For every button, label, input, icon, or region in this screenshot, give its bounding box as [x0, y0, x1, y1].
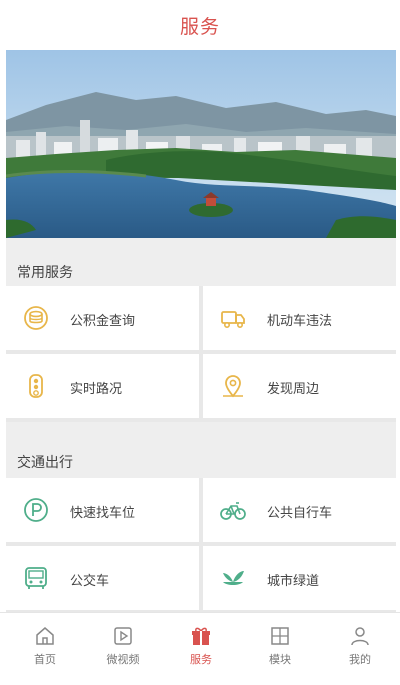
banner-image[interactable] [6, 50, 396, 238]
section-title: 交通出行 [17, 455, 73, 471]
service-label: 实时路况 [70, 382, 123, 397]
tab-home[interactable]: 首页 [5, 619, 85, 679]
service-public-bicycle[interactable]: 公共自行车 [203, 478, 396, 542]
home-icon [36, 627, 54, 645]
tab-micro-video[interactable]: 微视频 [83, 619, 163, 679]
bicycle-icon [220, 502, 246, 520]
service-label: 发现周边 [267, 382, 320, 397]
service-discover-nearby[interactable]: 发现周边 [203, 354, 396, 418]
city-lake-photo [6, 50, 396, 238]
tab-label: 服务 [190, 653, 212, 666]
service-label: 机动车违法 [267, 314, 333, 329]
service-label: 公交车 [70, 574, 110, 589]
map-pin-icon [223, 375, 243, 398]
tab-label: 微视频 [106, 653, 140, 666]
parking-icon [24, 498, 48, 522]
page-title: 服务 [179, 16, 220, 38]
tab-services[interactable]: 服务 [161, 619, 241, 679]
service-realtime-traffic[interactable]: 实时路况 [6, 354, 199, 418]
service-label: 公积金查询 [70, 314, 136, 329]
tab-mine[interactable]: 我的 [320, 619, 400, 679]
service-label: 快速找车位 [70, 506, 136, 521]
section-title: 常用服务 [17, 265, 73, 281]
section-header-common-services: 常用服务 [6, 238, 396, 286]
service-vehicle-violation[interactable]: 机动车违法 [203, 286, 396, 350]
bus-icon [25, 567, 47, 589]
header-bar: 服务 [0, 0, 400, 48]
person-icon [351, 627, 369, 646]
service-label: 城市绿道 [267, 574, 320, 589]
traffic-light-icon [29, 374, 43, 398]
tab-label: 我的 [349, 653, 371, 666]
transport-services-grid: 快速找车位 公共自行车 公交车 城市绿道 [6, 478, 396, 612]
bottom-tab-bar: 首页 微视频 服务 模块 我的 [0, 612, 400, 685]
coin-stack-icon [24, 306, 48, 330]
section-header-transport: 交通出行 [6, 422, 396, 478]
leaf-icon [223, 571, 244, 585]
common-services-grid: 公积金查询 机动车违法 实时路况 发现周边 [6, 286, 396, 422]
gift-icon [192, 627, 210, 645]
service-bus[interactable]: 公交车 [6, 546, 199, 610]
service-fund-query[interactable]: 公积金查询 [6, 286, 199, 350]
service-greenway[interactable]: 城市绿道 [203, 546, 396, 610]
video-icon [114, 627, 132, 645]
tab-label: 模块 [269, 653, 291, 666]
service-label: 公共自行车 [267, 506, 333, 521]
service-find-parking[interactable]: 快速找车位 [6, 478, 199, 542]
truck-icon [221, 311, 245, 328]
module-icon [271, 627, 289, 645]
tab-label: 首页 [34, 653, 56, 666]
tab-modules[interactable]: 模块 [240, 619, 320, 679]
